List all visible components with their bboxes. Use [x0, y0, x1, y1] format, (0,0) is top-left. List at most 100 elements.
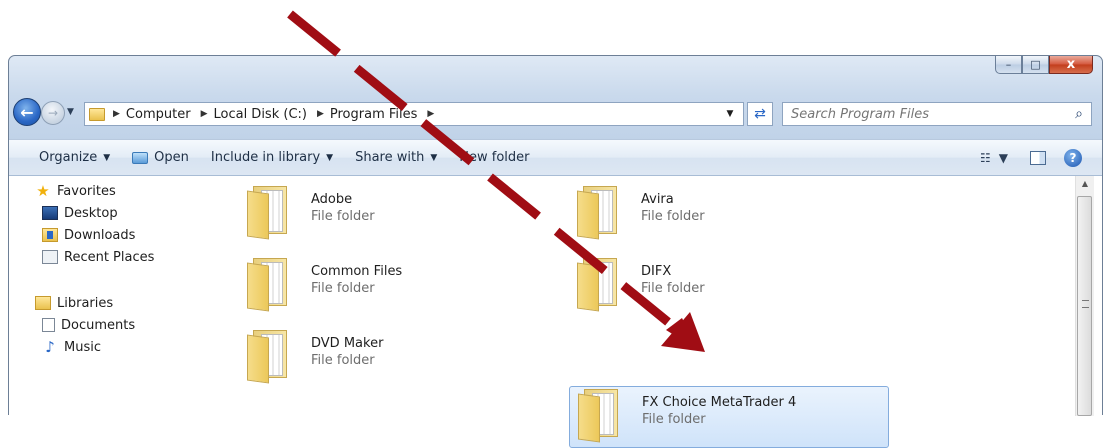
file-tile[interactable]: DVD Maker File folder	[247, 328, 567, 390]
sidebar-item-documents[interactable]: Documents	[9, 314, 217, 336]
scroll-up-icon[interactable]: ▲	[1076, 176, 1094, 192]
breadcrumb-children[interactable]: ▶	[427, 109, 440, 119]
file-type: File folder	[641, 209, 705, 224]
preview-pane-icon[interactable]	[1030, 150, 1046, 165]
open-folder-icon	[132, 151, 149, 164]
sidebar-item-label: Downloads	[64, 227, 136, 243]
file-name: Adobe	[311, 192, 353, 207]
address-history-dropdown[interactable]: ▼	[716, 109, 743, 119]
search-icon[interactable]: ⌕	[1067, 106, 1091, 122]
star-icon: ★	[36, 182, 50, 200]
file-name: Avira	[641, 192, 674, 207]
sidebar-item-label: Music	[64, 339, 101, 355]
share-with-button[interactable]: Share with ▼	[355, 150, 437, 165]
breadcrumb-program-files[interactable]: ▶ Program Files	[317, 107, 417, 122]
file-type: File folder	[311, 281, 375, 296]
include-in-library-button[interactable]: Include in library ▼	[211, 150, 333, 165]
view-controls: ☷ ▼ ?	[980, 140, 1102, 175]
file-tile[interactable]: DIFX File folder	[577, 256, 897, 318]
breadcrumb-label: Local Disk (C:)	[213, 106, 307, 122]
change-view-icon[interactable]: ☷	[980, 151, 991, 165]
caption-buttons: – □ x	[995, 56, 1093, 74]
maximize-button[interactable]: □	[1022, 56, 1049, 74]
file-name: DVD Maker	[311, 336, 384, 351]
sidebar-group-libraries[interactable]: Libraries	[9, 292, 217, 314]
file-list: Adobe File folder Avira File folder Common…	[237, 176, 1072, 448]
close-button[interactable]: x	[1049, 56, 1093, 74]
libraries-icon	[35, 296, 51, 310]
breadcrumb-computer[interactable]: ▶ Computer	[113, 107, 191, 122]
breadcrumb-separator-icon[interactable]: ▶	[317, 109, 324, 119]
refresh-icon: ⇄	[754, 106, 766, 122]
command-bar: Organize ▼ Open Include in library ▼ Sha…	[9, 139, 1102, 176]
folder-icon	[577, 184, 621, 240]
file-name: DIFX	[641, 264, 672, 279]
file-tile-selected[interactable]: FX Choice MetaTrader 4 File folder	[569, 386, 889, 448]
file-tile[interactable]: Adobe File folder	[247, 184, 567, 246]
content-area: ★ Favorites Desktop Downloads Recent Pla…	[9, 176, 1102, 448]
help-icon[interactable]: ?	[1064, 148, 1082, 167]
file-type: File folder	[641, 281, 705, 296]
sidebar-item-label: Documents	[61, 317, 136, 333]
folder-icon	[247, 256, 291, 312]
back-arrow-icon: ←	[20, 102, 34, 122]
file-tile[interactable]: Common Files File folder	[247, 256, 567, 318]
include-in-library-label: Include in library	[210, 150, 321, 165]
breadcrumb-label: Computer	[125, 106, 191, 122]
search-box[interactable]: ⌕	[782, 102, 1092, 126]
file-tile[interactable]: Avira File folder	[577, 184, 897, 246]
sidebar-group-label: Favorites	[57, 183, 116, 199]
view-options-dropdown[interactable]: ▼	[999, 151, 1008, 165]
new-folder-button[interactable]: New folder	[459, 150, 529, 165]
breadcrumb-separator-icon[interactable]: ▶	[113, 109, 120, 119]
vertical-scrollbar[interactable]: ▲	[1075, 176, 1094, 416]
grip-icon	[1082, 300, 1089, 308]
forward-button[interactable]: →	[41, 101, 65, 125]
chevron-down-icon: ▼	[326, 152, 334, 163]
sidebar-group-label: Libraries	[57, 295, 114, 311]
recent-places-icon	[42, 250, 58, 264]
open-button[interactable]: Open	[132, 150, 189, 165]
folder-icon	[577, 256, 621, 312]
breadcrumb-local-disk[interactable]: ▶ Local Disk (C:)	[201, 107, 307, 122]
file-type: File folder	[311, 353, 375, 368]
open-label: Open	[154, 150, 189, 165]
explorer-window: – □ x ← → ▼ ▶ Computer ▶ Local Disk (C:)…	[8, 55, 1103, 448]
refresh-button[interactable]: ⇄	[747, 102, 773, 126]
sidebar-item-desktop[interactable]: Desktop	[9, 202, 217, 224]
folder-icon	[578, 387, 622, 443]
address-bar[interactable]: ▶ Computer ▶ Local Disk (C:) ▶ Program F…	[84, 102, 744, 126]
breadcrumb-separator-icon[interactable]: ▶	[201, 109, 208, 119]
new-folder-label: New folder	[459, 150, 530, 165]
sidebar-item-downloads[interactable]: Downloads	[9, 224, 217, 246]
chevron-down-icon: ▼	[103, 152, 111, 163]
search-input[interactable]	[783, 105, 1067, 123]
navigation-pane: ★ Favorites Desktop Downloads Recent Pla…	[9, 176, 217, 416]
back-button[interactable]: ←	[13, 98, 41, 126]
downloads-icon	[42, 228, 58, 242]
sidebar-item-music[interactable]: ♪ Music	[9, 336, 217, 358]
organize-label: Organize	[39, 150, 98, 165]
recent-pages-dropdown[interactable]: ▼	[67, 107, 74, 117]
sidebar-item-recent-places[interactable]: Recent Places	[9, 246, 217, 268]
chevron-down-icon: ▼	[430, 152, 438, 163]
folder-icon	[247, 184, 291, 240]
scrollbar-thumb[interactable]	[1077, 196, 1092, 416]
sidebar-item-label: Recent Places	[64, 249, 155, 265]
navigation-row: ← → ▼ ▶ Computer ▶ Local Disk (C:) ▶ Pro…	[9, 98, 1102, 128]
sidebar-item-label: Desktop	[64, 205, 118, 221]
file-type: File folder	[642, 412, 706, 427]
share-with-label: Share with	[355, 150, 425, 165]
folder-icon	[89, 107, 105, 121]
file-type: File folder	[311, 209, 375, 224]
breadcrumb-separator-icon[interactable]: ▶	[427, 109, 434, 119]
minimize-button[interactable]: –	[995, 56, 1022, 74]
sidebar-group-favorites[interactable]: ★ Favorites	[9, 180, 217, 202]
organize-button[interactable]: Organize ▼	[39, 150, 110, 165]
forward-arrow-icon: →	[47, 106, 59, 120]
breadcrumb-label: Program Files	[329, 106, 418, 122]
file-name: Common Files	[311, 264, 403, 279]
documents-icon	[42, 318, 55, 332]
music-note-icon: ♪	[45, 338, 55, 356]
desktop-icon	[42, 206, 58, 220]
